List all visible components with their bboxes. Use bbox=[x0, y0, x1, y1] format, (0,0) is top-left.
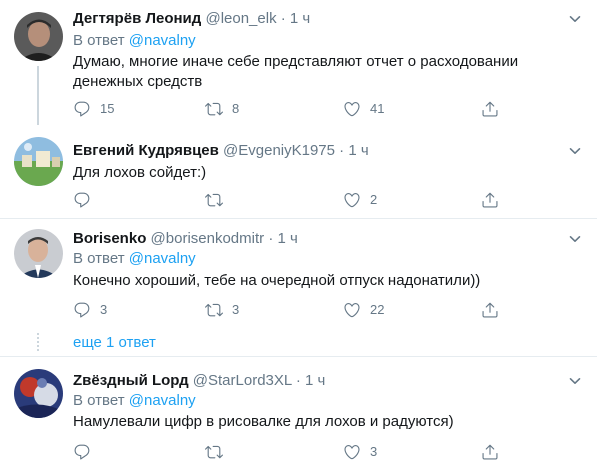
mention-link[interactable]: @navalny bbox=[129, 392, 196, 409]
reply-prefix: В ответ bbox=[73, 392, 125, 409]
tweet-header: Евгений Кудрявцев @EvgeniyK1975 · 1 ч bbox=[73, 141, 369, 161]
retweet-icon bbox=[205, 191, 223, 209]
like-button[interactable]: 3 bbox=[343, 442, 377, 462]
retweet-count: 8 bbox=[232, 101, 240, 116]
retweet-icon bbox=[205, 100, 223, 118]
reply-prefix: В ответ bbox=[73, 250, 125, 267]
reply-icon bbox=[73, 443, 91, 461]
tweet-actions: 2 bbox=[73, 190, 513, 210]
chevron-down-icon[interactable] bbox=[569, 375, 581, 387]
timestamp[interactable]: 1 ч bbox=[290, 10, 310, 27]
share-icon bbox=[481, 100, 499, 118]
thread-dots bbox=[37, 333, 39, 351]
tweet-actions: 15 8 41 bbox=[73, 99, 513, 119]
share-button[interactable] bbox=[481, 442, 499, 462]
like-count: 2 bbox=[370, 192, 378, 207]
tweet[interactable]: Евгений Кудрявцев @EvgeniyK1975 · 1 ч Дл… bbox=[0, 125, 597, 219]
display-name[interactable]: Borisenko bbox=[73, 230, 146, 247]
timestamp[interactable]: 1 ч bbox=[348, 142, 368, 159]
share-button[interactable] bbox=[481, 99, 499, 119]
user-handle[interactable]: @borisenkodmitr bbox=[151, 230, 265, 247]
share-button[interactable] bbox=[481, 300, 499, 320]
like-count: 3 bbox=[370, 444, 378, 459]
tweet-text: Для лохов сойдет:) bbox=[73, 164, 207, 181]
reply-button[interactable]: 3 bbox=[73, 300, 107, 320]
mention-link[interactable]: @navalny bbox=[129, 250, 196, 267]
reply-context: В ответ @navalny bbox=[73, 391, 196, 411]
share-icon bbox=[481, 191, 499, 209]
reply-icon bbox=[73, 191, 91, 209]
avatar[interactable] bbox=[14, 369, 63, 418]
separator-dot: · bbox=[295, 372, 301, 389]
like-icon bbox=[343, 191, 361, 209]
tweet[interactable]: Borisenko @borisenkodmitr · 1 ч В ответ … bbox=[0, 219, 597, 357]
tweet-actions: 3 bbox=[73, 442, 513, 462]
user-handle[interactable]: @StarLord3XL bbox=[193, 372, 292, 389]
like-icon bbox=[343, 301, 361, 319]
retweet-count: 3 bbox=[232, 302, 240, 317]
like-button[interactable]: 2 bbox=[343, 190, 377, 210]
show-more-replies-link[interactable]: еще 1 ответ bbox=[73, 333, 156, 353]
reply-context: В ответ @navalny bbox=[73, 249, 196, 269]
reply-count: 15 bbox=[100, 101, 115, 116]
separator-dot: · bbox=[280, 10, 286, 27]
retweet-button[interactable] bbox=[205, 442, 232, 462]
share-icon bbox=[481, 443, 499, 461]
retweet-icon bbox=[205, 443, 223, 461]
avatar[interactable] bbox=[14, 137, 63, 186]
tweet-actions: 3 3 22 bbox=[73, 300, 513, 320]
tweet-header: Borisenko @borisenkodmitr · 1 ч bbox=[73, 229, 298, 249]
reply-count: 3 bbox=[100, 302, 108, 317]
share-button[interactable] bbox=[481, 190, 499, 210]
chevron-down-icon[interactable] bbox=[569, 13, 581, 25]
tweet-header: Zвёздный Lорд @StarLord3XL · 1 ч bbox=[73, 371, 325, 391]
display-name[interactable]: Евгений Кудрявцев bbox=[73, 142, 219, 159]
tweet-text: Думаю, многие иначе себе представляют от… bbox=[73, 53, 519, 90]
retweet-button[interactable]: 3 bbox=[205, 300, 239, 320]
mention-link[interactable]: @navalny bbox=[129, 32, 196, 49]
tweet[interactable]: Zвёздный Lорд @StarLord3XL · 1 ч В ответ… bbox=[0, 357, 597, 475]
retweet-button[interactable] bbox=[205, 190, 232, 210]
reply-context: В ответ @navalny bbox=[73, 31, 196, 51]
tweet[interactable]: Дегтярёв Леонид @leon_elk · 1 ч В ответ … bbox=[0, 0, 597, 125]
tweet-text: Конечно хороший, тебе на очередной отпус… bbox=[73, 272, 481, 289]
avatar[interactable] bbox=[14, 229, 63, 278]
reply-button[interactable] bbox=[73, 442, 100, 462]
retweet-button[interactable]: 8 bbox=[205, 99, 239, 119]
tweet-header: Дегтярёв Леонид @leon_elk · 1 ч bbox=[73, 9, 310, 29]
separator-dot: · bbox=[339, 142, 345, 159]
like-button[interactable]: 41 bbox=[343, 99, 384, 119]
timestamp[interactable]: 1 ч bbox=[277, 230, 297, 247]
reply-button[interactable] bbox=[73, 190, 100, 210]
chevron-down-icon[interactable] bbox=[569, 233, 581, 245]
user-handle[interactable]: @leon_elk bbox=[205, 10, 276, 27]
reply-icon bbox=[73, 100, 91, 118]
thread-line bbox=[37, 66, 39, 125]
timestamp[interactable]: 1 ч bbox=[305, 372, 325, 389]
reply-button[interactable]: 15 bbox=[73, 99, 114, 119]
user-handle[interactable]: @EvgeniyK1975 bbox=[223, 142, 335, 159]
avatar[interactable] bbox=[14, 12, 63, 61]
display-name[interactable]: Zвёздный Lорд bbox=[73, 372, 189, 389]
tweet-text: Намулевали цифр в рисовалке для лохов и … bbox=[73, 413, 454, 430]
like-button[interactable]: 22 bbox=[343, 300, 384, 320]
like-icon bbox=[343, 100, 361, 118]
chevron-down-icon[interactable] bbox=[569, 145, 581, 157]
like-count: 41 bbox=[370, 101, 385, 116]
reply-icon bbox=[73, 301, 91, 319]
like-count: 22 bbox=[370, 302, 385, 317]
reply-prefix: В ответ bbox=[73, 32, 125, 49]
retweet-icon bbox=[205, 301, 223, 319]
display-name[interactable]: Дегтярёв Леонид bbox=[73, 10, 201, 27]
share-icon bbox=[481, 301, 499, 319]
separator-dot: · bbox=[268, 230, 274, 247]
like-icon bbox=[343, 443, 361, 461]
